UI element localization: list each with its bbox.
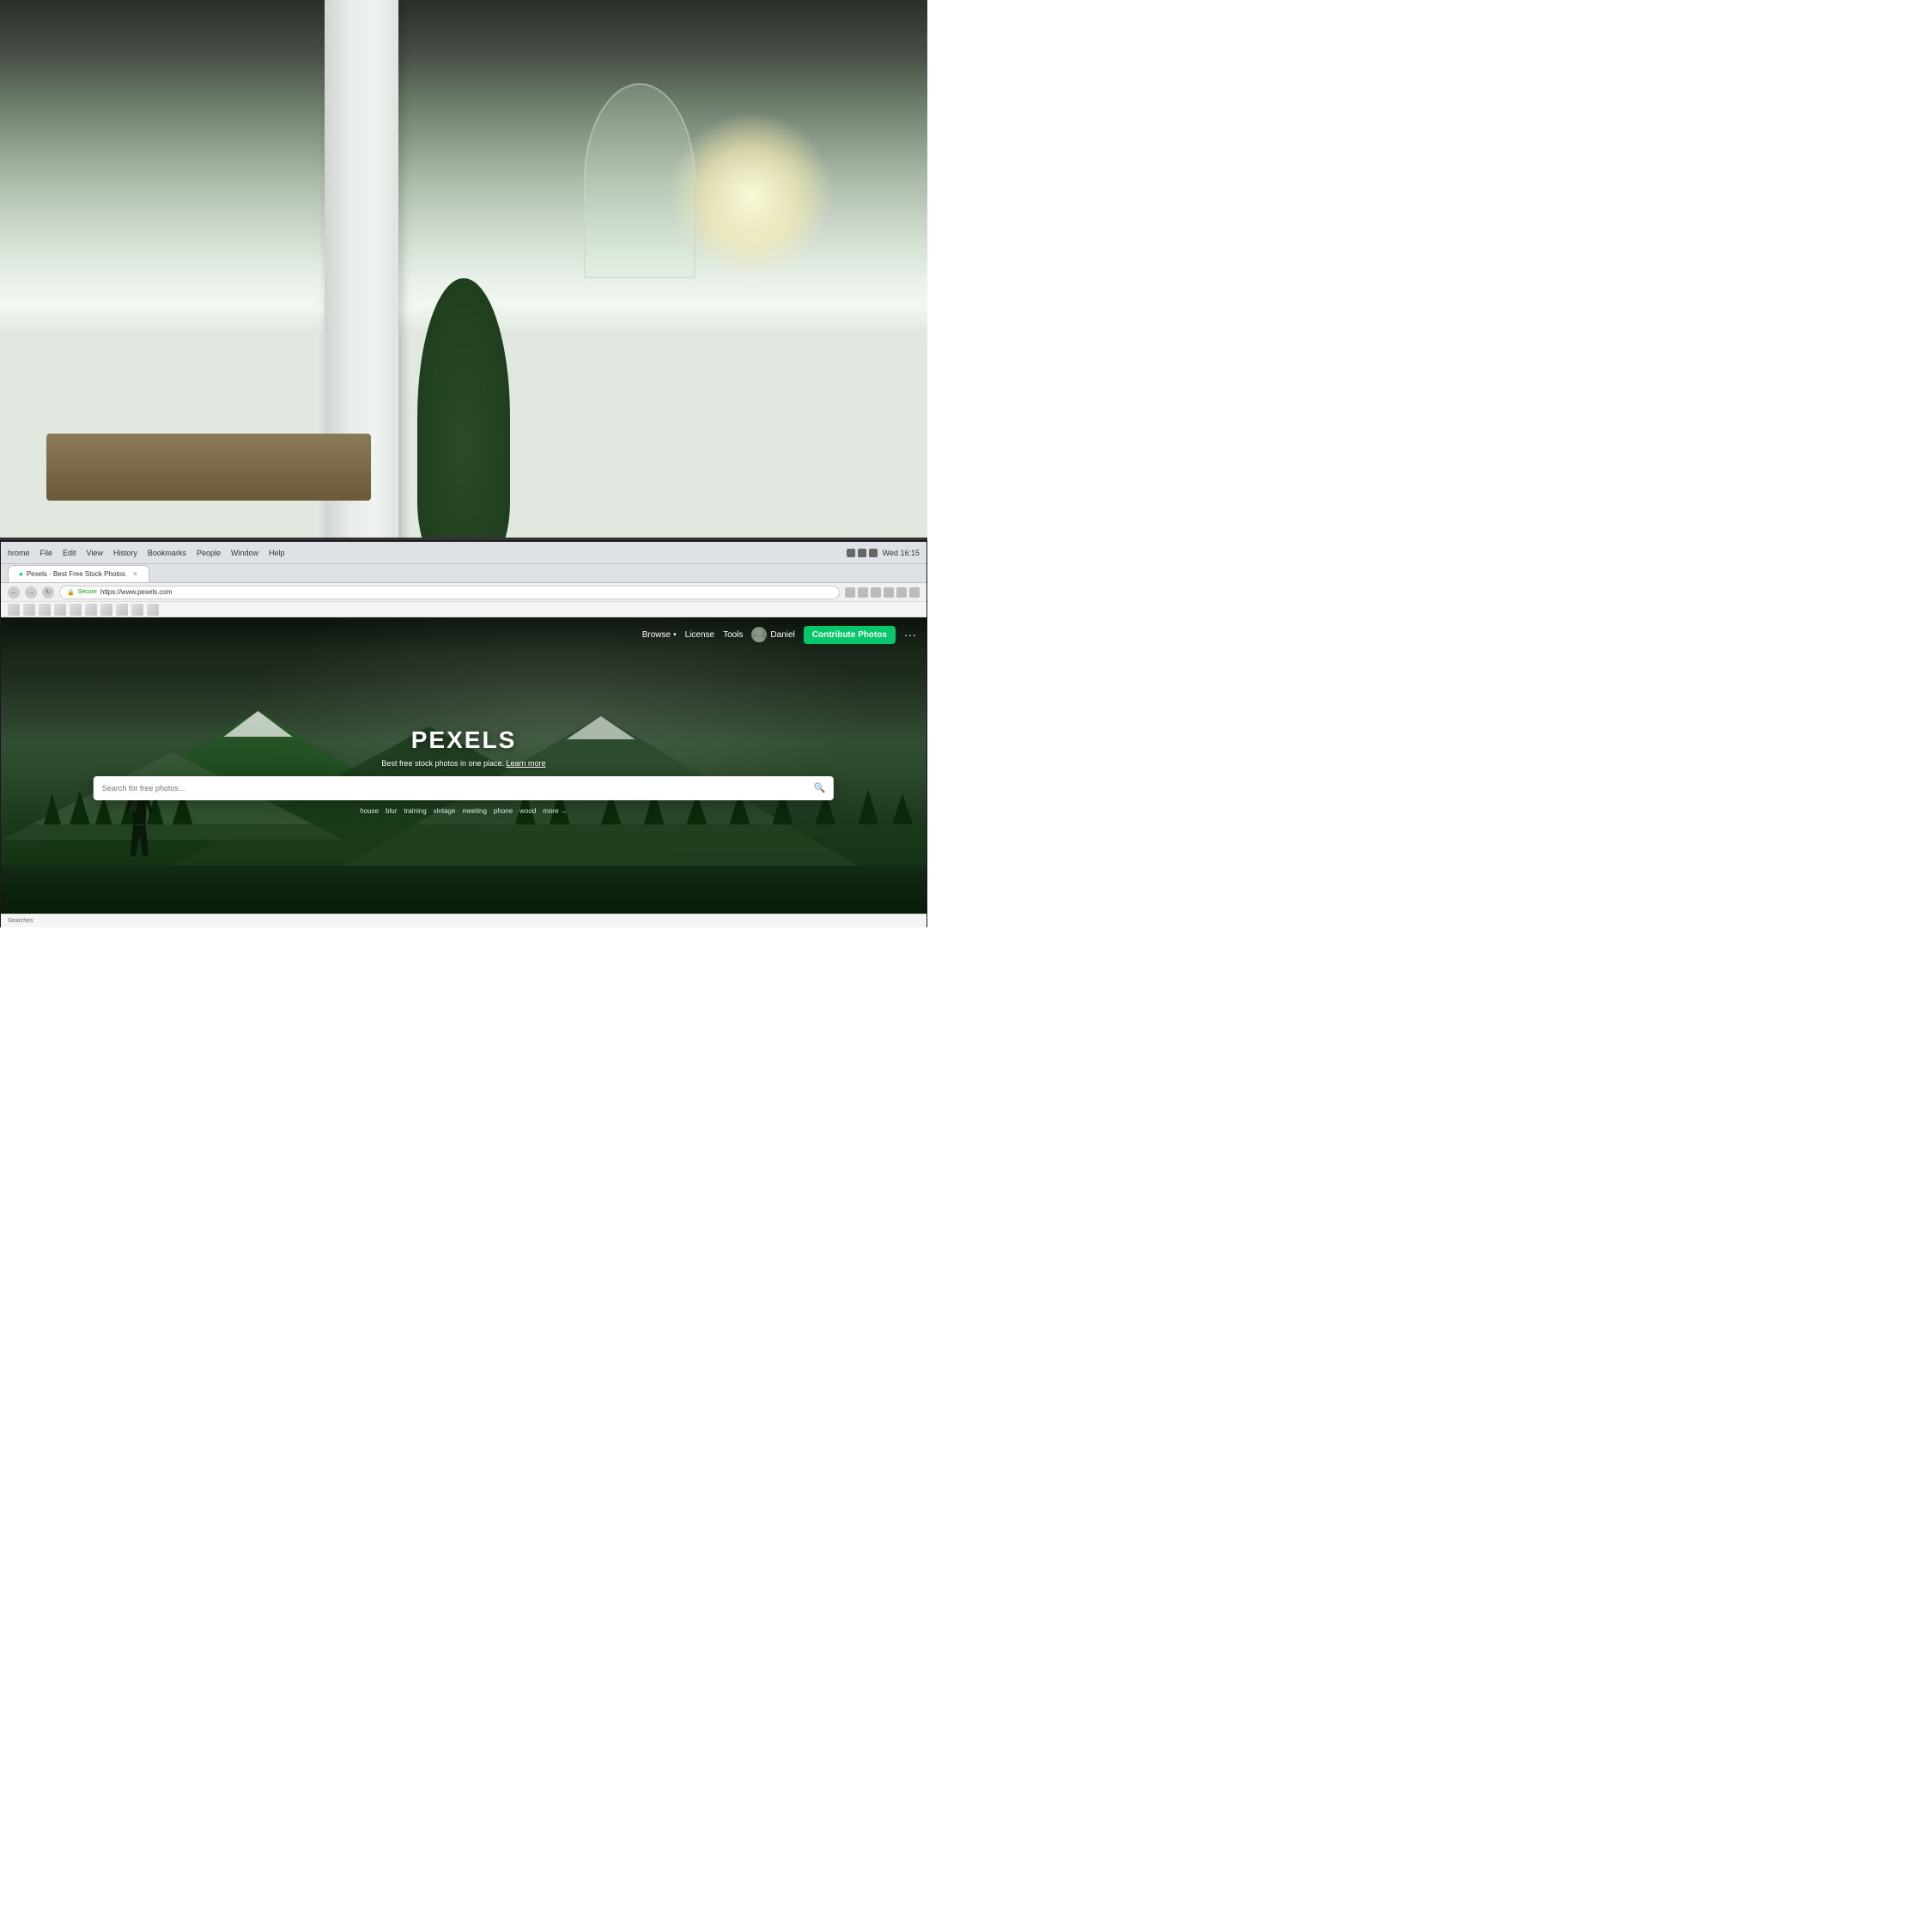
address-right-icons bbox=[845, 587, 920, 598]
user-avatar bbox=[751, 627, 767, 642]
search-input[interactable] bbox=[102, 784, 807, 793]
url-text: https://www.pexels.com bbox=[100, 588, 173, 596]
browser-system-area: Wed 16:15 bbox=[847, 549, 920, 557]
refresh-button[interactable]: ↻ bbox=[42, 586, 54, 598]
menu-chrome[interactable]: hrome bbox=[8, 549, 30, 557]
bookmark-star-icon[interactable] bbox=[845, 587, 855, 598]
more-label: more → bbox=[543, 807, 567, 815]
extension-icon-3[interactable] bbox=[884, 587, 894, 598]
menu-edit[interactable]: Edit bbox=[63, 549, 76, 557]
suggested-searches: house blur training vintage meeting phon… bbox=[94, 807, 834, 815]
extension-icon-1[interactable] bbox=[858, 587, 868, 598]
menu-view[interactable]: View bbox=[87, 549, 103, 557]
tab-bar: ● Pexels · Best Free Stock Photos ✕ bbox=[1, 564, 927, 583]
contribute-photos-button[interactable]: Contribute Photos bbox=[804, 626, 896, 644]
active-tab[interactable]: ● Pexels · Best Free Stock Photos ✕ bbox=[8, 565, 149, 582]
pexels-website: Browse ▾ License Tools Daniel bbox=[1, 617, 927, 927]
bookmark-5[interactable] bbox=[70, 604, 82, 616]
plant-silhouette bbox=[417, 278, 510, 556]
battery-icon bbox=[858, 549, 866, 557]
extension-icon-4[interactable] bbox=[896, 587, 907, 598]
suggest-more[interactable]: more → bbox=[543, 807, 567, 815]
system-icons bbox=[847, 549, 878, 557]
menu-help[interactable]: Help bbox=[269, 549, 285, 557]
window-arch bbox=[584, 83, 696, 278]
site-title: PEXELS bbox=[94, 726, 834, 754]
bookmark-7[interactable] bbox=[100, 604, 112, 616]
address-bar: ← → ↻ 🔒 Secure https://www.pexels.com bbox=[1, 583, 927, 602]
suggest-training[interactable]: training bbox=[404, 807, 426, 815]
secure-label: Secure bbox=[78, 589, 97, 595]
bookmark-8[interactable] bbox=[116, 604, 128, 616]
hero-subtitle: Best free stock photos in one place. Lea… bbox=[94, 759, 834, 768]
extension-icon-5[interactable] bbox=[909, 587, 920, 598]
browser-menu-items: hrome File Edit View History Bookmarks P… bbox=[8, 549, 841, 557]
extension-icon-2[interactable] bbox=[871, 587, 881, 598]
browser-menu-bar: hrome File Edit View History Bookmarks P… bbox=[1, 542, 927, 564]
browse-dropdown-icon: ▾ bbox=[673, 631, 677, 638]
suggest-wood[interactable]: wood bbox=[519, 807, 536, 815]
bottom-bar: Searches bbox=[1, 914, 927, 927]
browse-nav-item[interactable]: Browse ▾ bbox=[642, 630, 677, 640]
bottom-bar-text: Searches bbox=[8, 918, 33, 924]
volume-icon bbox=[869, 549, 878, 557]
bookmark-9[interactable] bbox=[131, 604, 143, 616]
suggest-phone[interactable]: phone bbox=[494, 807, 513, 815]
wifi-icon bbox=[847, 549, 855, 557]
tab-label: Pexels · Best Free Stock Photos bbox=[27, 570, 125, 578]
menu-people[interactable]: People bbox=[197, 549, 221, 557]
screen-container: hrome File Edit View History Bookmarks P… bbox=[0, 538, 927, 927]
menu-bookmarks[interactable]: Bookmarks bbox=[148, 549, 186, 557]
office-background bbox=[0, 0, 927, 556]
back-button[interactable]: ← bbox=[8, 586, 20, 598]
desk bbox=[46, 434, 371, 501]
hero-section: Browse ▾ License Tools Daniel bbox=[1, 617, 927, 927]
bookmark-6[interactable] bbox=[85, 604, 97, 616]
suggest-vintage[interactable]: vintage bbox=[434, 807, 456, 815]
office-bg-image bbox=[0, 0, 927, 556]
menu-history[interactable]: History bbox=[113, 549, 137, 557]
site-navigation: Browse ▾ License Tools Daniel bbox=[1, 617, 927, 652]
subtitle-text: Best free stock photos in one place. bbox=[381, 759, 504, 768]
search-icon: 🔍 bbox=[813, 782, 825, 793]
bookmark-10[interactable] bbox=[147, 604, 159, 616]
forward-button[interactable]: → bbox=[25, 586, 37, 598]
menu-window[interactable]: Window bbox=[231, 549, 258, 557]
suggest-blur[interactable]: blur bbox=[386, 807, 397, 815]
user-menu[interactable]: Daniel bbox=[751, 627, 794, 642]
secure-icon: 🔒 bbox=[67, 589, 75, 596]
hero-content: PEXELS Best free stock photos in one pla… bbox=[94, 726, 834, 815]
tab-close-icon[interactable]: ✕ bbox=[132, 570, 138, 578]
bookmark-1[interactable] bbox=[8, 604, 20, 616]
bookmark-2[interactable] bbox=[23, 604, 35, 616]
tools-nav-item[interactable]: Tools bbox=[723, 630, 743, 640]
menu-file[interactable]: File bbox=[40, 549, 53, 557]
bookmark-3[interactable] bbox=[39, 604, 51, 616]
search-bar[interactable]: 🔍 bbox=[94, 776, 834, 800]
license-nav-item[interactable]: License bbox=[685, 630, 714, 640]
url-bar[interactable]: 🔒 Secure https://www.pexels.com bbox=[59, 586, 840, 599]
browse-label: Browse bbox=[642, 630, 671, 640]
clock: Wed 16:15 bbox=[883, 549, 920, 557]
more-options-icon[interactable]: ··· bbox=[904, 628, 916, 641]
screen-inner: hrome File Edit View History Bookmarks P… bbox=[1, 542, 927, 927]
suggest-meeting[interactable]: meeting bbox=[462, 807, 486, 815]
learn-more-link[interactable]: Learn more bbox=[507, 759, 546, 768]
user-name: Daniel bbox=[770, 630, 794, 640]
bookmark-4[interactable] bbox=[54, 604, 66, 616]
suggest-house[interactable]: house bbox=[360, 807, 379, 815]
bookmarks-bar bbox=[1, 602, 927, 617]
